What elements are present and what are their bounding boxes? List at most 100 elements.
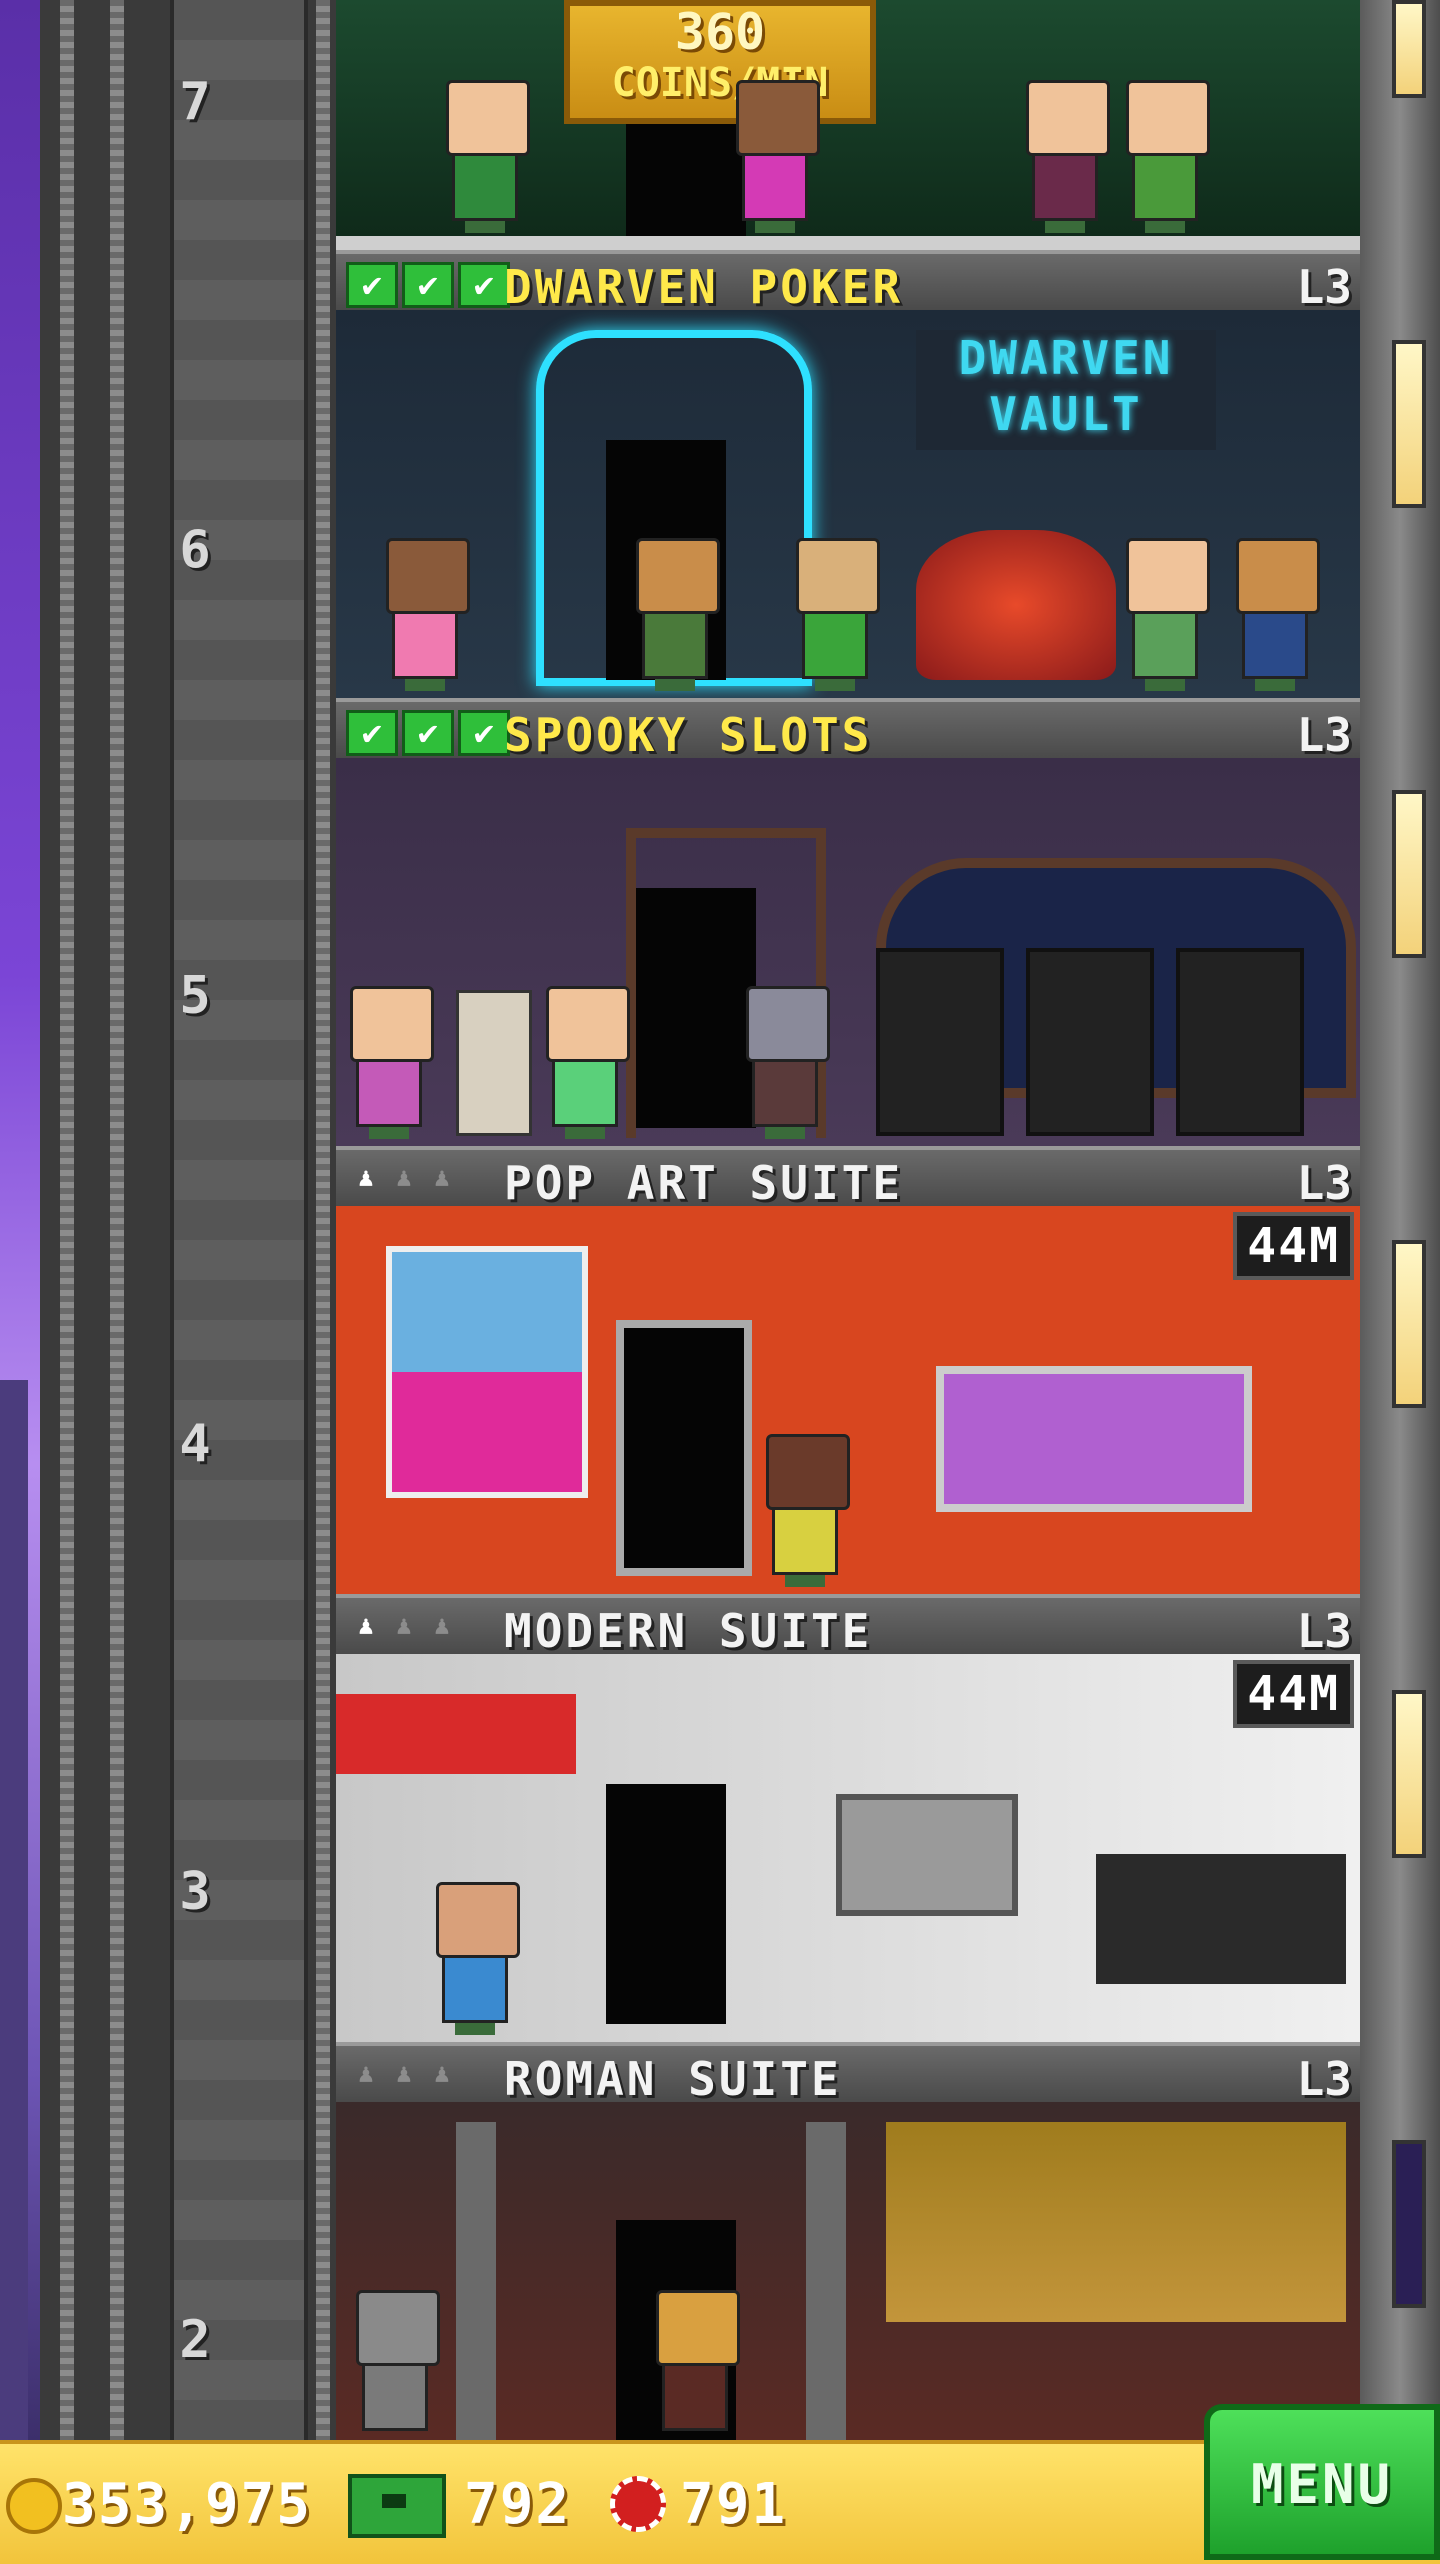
floor-3-level: L3	[1296, 1604, 1352, 1658]
bitizen[interactable]	[1126, 538, 1210, 691]
abstract-art-frame	[836, 1794, 1018, 1916]
floor-2-label-bar[interactable]: ♟ ♟ ♟ ROMAN SUITE L3	[336, 2042, 1360, 2106]
floor-4[interactable]: ♟ ♟ ♟ POP ART SUITE L3 44M	[336, 1146, 1360, 1604]
check-icon: ✔	[346, 262, 398, 308]
bitizen[interactable]	[636, 538, 720, 691]
statue	[356, 2290, 440, 2440]
floor-4-level: L3	[1296, 1156, 1352, 1210]
coins-rate-value: 360	[674, 3, 766, 61]
floor-5-door	[636, 888, 756, 1128]
chips-balance: 791	[680, 2472, 788, 2537]
person-icon: ♟	[434, 1163, 450, 1193]
elevator-shaft[interactable]	[40, 0, 346, 2440]
stock-checks: ✔ ✔ ✔	[346, 710, 510, 756]
shaft-wall	[170, 0, 308, 2440]
shaft-rail-mid	[110, 0, 124, 2440]
floor-5-level: L3	[1296, 708, 1352, 762]
bitizen[interactable]	[1236, 538, 1320, 691]
check-icon: ✔	[458, 262, 510, 308]
stock-checks: ✔ ✔ ✔	[346, 262, 510, 308]
floor-6[interactable]: ✔ ✔ ✔ DWARVEN POKER L3 DWARVEN VAULT	[336, 250, 1360, 708]
bitizen[interactable]	[1026, 80, 1110, 233]
floor-number-2: 2	[179, 2310, 211, 2370]
person-icon: ♟	[358, 1611, 374, 1641]
check-icon: ✔	[402, 262, 454, 308]
slot-machine[interactable]	[456, 990, 532, 1136]
floor-number-6: 6	[179, 520, 211, 580]
floor-4-door	[616, 1320, 752, 1576]
modern-bed	[1096, 1854, 1346, 1984]
floor-number-7: 7	[179, 72, 211, 132]
floor-3-door	[606, 1784, 726, 2024]
tower-window	[1392, 2140, 1426, 2308]
floor-4-name: POP ART SUITE	[504, 1156, 904, 1210]
bitizen[interactable]	[446, 80, 530, 233]
floor-number-4: 4	[179, 1414, 211, 1474]
coins-per-min-sign: 360 COINS/MIN	[564, 0, 876, 124]
casino-chip-icon[interactable]	[610, 2476, 666, 2532]
floor-7-room[interactable]: 360 COINS/MIN	[336, 0, 1360, 250]
person-icon: ♟	[396, 2059, 412, 2089]
tower-window	[1392, 1240, 1426, 1408]
person-icon: ♟	[358, 2059, 374, 2089]
city-silhouette	[0, 1380, 28, 2440]
pop-art-painting	[386, 1246, 588, 1498]
spooky-slot-machine[interactable]	[1176, 948, 1304, 1136]
spooky-slot-machine[interactable]	[876, 948, 1004, 1136]
check-icon: ✔	[346, 710, 398, 756]
floor-3[interactable]: ♟ ♟ ♟ MODERN SUITE L3 44M	[336, 1594, 1360, 2052]
floor-6-label-bar[interactable]: ✔ ✔ ✔ DWARVEN POKER L3	[336, 250, 1360, 314]
dragon-sculpture	[916, 530, 1116, 680]
bitizen[interactable]	[350, 986, 434, 1139]
floor-2-level: L3	[1296, 2052, 1352, 2106]
check-icon: ✔	[458, 710, 510, 756]
resident-slots: ♟ ♟ ♟	[352, 1162, 456, 1194]
floor-7-door	[626, 120, 746, 240]
coins-rate-unit: COINS/MIN	[611, 60, 829, 106]
resident-slots: ♟ ♟ ♟	[352, 1610, 456, 1642]
floor-6-room[interactable]: DWARVEN VAULT	[336, 310, 1360, 708]
bitizen[interactable]	[796, 538, 880, 691]
floor-4-room[interactable]: 44M	[336, 1206, 1360, 1604]
floor-5[interactable]: ✔ ✔ ✔ SPOOKY SLOTS L3	[336, 698, 1360, 1156]
floor-6-name: DWARVEN POKER	[504, 260, 904, 314]
person-icon: ♟	[358, 1163, 374, 1193]
floor-5-name: SPOOKY SLOTS	[504, 708, 873, 762]
person-icon: ♟	[434, 2059, 450, 2089]
zombie[interactable]	[746, 986, 830, 1139]
bitizen[interactable]	[766, 1434, 850, 1587]
floor-2[interactable]: ♟ ♟ ♟ ROMAN SUITE L3	[336, 2042, 1360, 2440]
shaft-rail-left	[60, 0, 74, 2440]
bitizen[interactable]	[436, 1882, 520, 2035]
bux-balance: 792	[464, 2472, 572, 2537]
floor-number-5: 5	[179, 966, 211, 1026]
bitizen[interactable]	[386, 538, 470, 691]
floor-2-name: ROMAN SUITE	[504, 2052, 842, 2106]
floor-5-room[interactable]	[336, 758, 1360, 1156]
coins-balance: 353,975	[62, 2472, 313, 2537]
dwarven-vault-sign: DWARVEN VAULT	[916, 330, 1216, 450]
floor-4-label-bar[interactable]: ♟ ♟ ♟ POP ART SUITE L3	[336, 1146, 1360, 1210]
floor-3-label-bar[interactable]: ♟ ♟ ♟ MODERN SUITE L3	[336, 1594, 1360, 1658]
floor-3-name: MODERN SUITE	[504, 1604, 873, 1658]
bitizen[interactable]	[656, 2290, 740, 2440]
floor-3-room[interactable]: 44M	[336, 1654, 1360, 2052]
tower-window	[1392, 0, 1426, 98]
bitizen[interactable]	[1126, 80, 1210, 233]
bitizen[interactable]	[546, 986, 630, 1139]
floor-2-room[interactable]	[336, 2102, 1360, 2440]
bitizen[interactable]	[736, 80, 820, 233]
floor-7-ledge	[336, 236, 1360, 250]
spooky-slot-machine[interactable]	[1026, 948, 1154, 1136]
floor-4-rent-badge[interactable]: 44M	[1233, 1212, 1354, 1280]
floor-5-label-bar[interactable]: ✔ ✔ ✔ SPOOKY SLOTS L3	[336, 698, 1360, 762]
floor-6-level: L3	[1296, 260, 1352, 314]
roman-column	[806, 2122, 846, 2440]
tower-bux-icon[interactable]	[348, 2474, 446, 2538]
person-icon: ♟	[434, 1611, 450, 1641]
gold-curtain	[886, 2122, 1346, 2322]
person-icon: ♟	[396, 1611, 412, 1641]
floor-number-3: 3	[179, 1862, 211, 1922]
floor-3-rent-badge[interactable]: 44M	[1233, 1660, 1354, 1728]
menu-button[interactable]: MENU	[1204, 2404, 1440, 2560]
